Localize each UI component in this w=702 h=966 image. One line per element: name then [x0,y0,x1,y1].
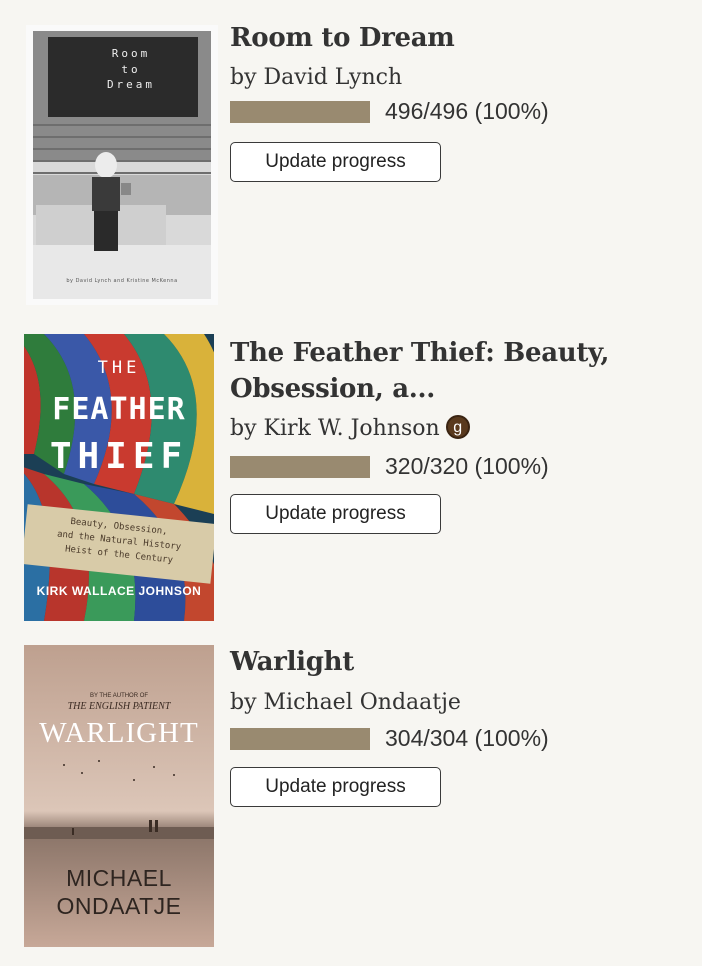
progress-bar [230,101,370,123]
book-title[interactable]: The Feather Thief: Beauty, Obsession, a.… [230,335,630,407]
cover-title: WARLIGHT [39,717,199,749]
author-link[interactable]: Michael Ondaatje [264,690,461,715]
progress-bar-fill [230,728,370,750]
cover-title-feather: FEATHER [52,392,186,427]
book-cover-room-to-dream[interactable]: Room to Dream by David Lynch and Kristin… [26,25,218,305]
cover-author-2: ONDAATJE [56,893,182,919]
cover-author-1: MICHAEL [66,865,172,891]
update-progress-button[interactable]: Update progress [230,767,441,807]
cover-author: KIRK WALLACE JOHNSON [36,584,202,598]
book-author: by Kirk W. Johnson g [230,414,470,444]
progress-bar-fill [230,101,370,123]
progress-bar [230,456,370,478]
progress-text: 320/320 (100%) [385,453,549,479]
cover-title-thief: THIEF [49,436,189,477]
cover-tagline-1: BY THE AUTHOR OF [89,693,149,699]
goodreads-author-icon: g [445,415,470,439]
author-prefix: by [230,65,257,90]
author-link[interactable]: David Lynch [264,65,403,90]
cover-title-line3: Dream [106,78,156,91]
book-author: by Michael Ondaatje [230,688,461,718]
progress-text: 304/304 (100%) [385,725,549,751]
cover-title-line1: Room [111,47,151,60]
cover-title-line2: to [121,63,141,76]
progress-bar-fill [230,456,370,478]
author-link[interactable]: Kirk W. Johnson [264,416,440,441]
book-cover-feather-thief[interactable]: THE FEATHER THIEF Beauty, Obsession, and… [24,334,214,621]
update-progress-button[interactable]: Update progress [230,142,441,182]
progress-bar [230,728,370,750]
cover-title-the: THE [97,358,141,378]
book-title[interactable]: Warlight [230,644,670,680]
book-author: by David Lynch [230,63,402,93]
progress-text: 496/496 (100%) [385,98,549,124]
cover-tagline-2: THE ENGLISH PATIENT [67,701,171,712]
author-prefix: by [230,690,257,715]
update-progress-button[interactable]: Update progress [230,494,441,534]
book-title[interactable]: Room to Dream [230,20,670,56]
book-cover-warlight[interactable]: BY THE AUTHOR OF THE ENGLISH PATIENT WAR… [24,645,214,947]
author-prefix: by [230,416,257,441]
cover-footer: by David Lynch and Kristine McKenna [66,278,178,284]
